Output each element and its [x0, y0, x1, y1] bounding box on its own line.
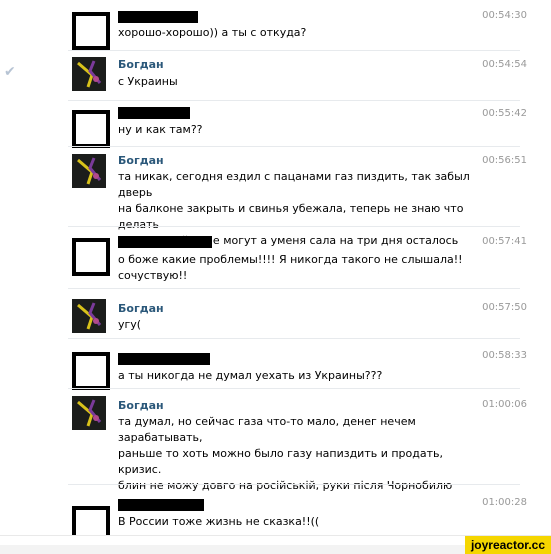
message-time: 01:00:06 [482, 399, 527, 410]
message-time: 00:54:54 [482, 59, 527, 70]
avatar[interactable] [72, 57, 106, 91]
avatar[interactable] [72, 396, 106, 430]
message-7: Богдан 01:00:06 та думал, но сейчас газа… [0, 388, 551, 508]
message-1: ✔ Богдан 00:54:54 с Украины [0, 50, 551, 100]
message-text: о боже какие проблемы!!!! Я никогда тако… [118, 252, 488, 284]
redacted-name [118, 236, 212, 248]
sender-name[interactable]: Богдан [118, 58, 164, 72]
redacted-name [118, 353, 210, 365]
message-time: 00:56:51 [482, 155, 527, 166]
sender-name[interactable]: Богдан [118, 399, 164, 413]
message-time: 00:55:42 [482, 108, 527, 119]
redacted-name [118, 107, 190, 119]
redacted-name [118, 11, 198, 23]
message-5: Богдан 00:57:50 угу( [0, 288, 551, 338]
message-0: 00:54:30 хорошо-хорошо)) а ты с откуда? [0, 0, 551, 50]
avatar[interactable] [72, 352, 110, 390]
avatar[interactable] [72, 299, 106, 333]
sender-name[interactable]: Богдан [118, 154, 164, 168]
avatar[interactable] [72, 238, 110, 276]
message-text: В России тоже жизнь не сказка!!(( [118, 515, 320, 528]
message-text: хорошо-хорошо)) а ты с откуда? [118, 26, 307, 39]
message-time: 00:58:33 [482, 350, 527, 361]
message-line: раньше то хоть можно было газу напиздить… [118, 447, 443, 476]
message-line: та думал, но сейчас газа что-то мало, де… [118, 415, 416, 444]
avatar[interactable] [72, 12, 110, 50]
redacted-name [118, 499, 204, 511]
message-4: 00:57:41 о боже какие проблемы!!!! Я ник… [0, 226, 551, 288]
message-time: 01:00:28 [482, 497, 527, 508]
message-text: а ты никогда не думал уехать из Украины?… [118, 369, 383, 382]
message-text: угу( [118, 318, 142, 331]
avatar[interactable] [72, 154, 106, 188]
message-line: о боже какие проблемы!!!! Я никогда тако… [118, 253, 463, 266]
message-text: ну и как там?? [118, 123, 203, 136]
message-line: сочуствую!! [118, 269, 188, 282]
message-6: 00:58:33 а ты никогда не думал уехать из… [0, 338, 551, 390]
message-time: 00:57:41 [482, 236, 527, 247]
checkmark-icon: ✔ [4, 64, 16, 80]
sender-name[interactable]: Богдан [118, 302, 164, 316]
message-2: 00:55:42 ну и как там?? [0, 100, 551, 148]
message-text: с Украины [118, 75, 178, 88]
message-time: 00:57:50 [482, 302, 527, 313]
footer-bar: joyreactor.cc [0, 535, 551, 554]
message-8: 01:00:28 В России тоже жизнь не сказка!!… [0, 484, 551, 544]
message-line: та никак, сегодня ездил с пацанами газ п… [118, 170, 470, 199]
message-time: 00:54:30 [482, 10, 527, 21]
avatar[interactable] [72, 110, 110, 148]
message-3: Богдан 00:56:51 та никак, сегодня ездил … [0, 146, 551, 247]
watermark-logo[interactable]: joyreactor.cc [464, 536, 551, 554]
